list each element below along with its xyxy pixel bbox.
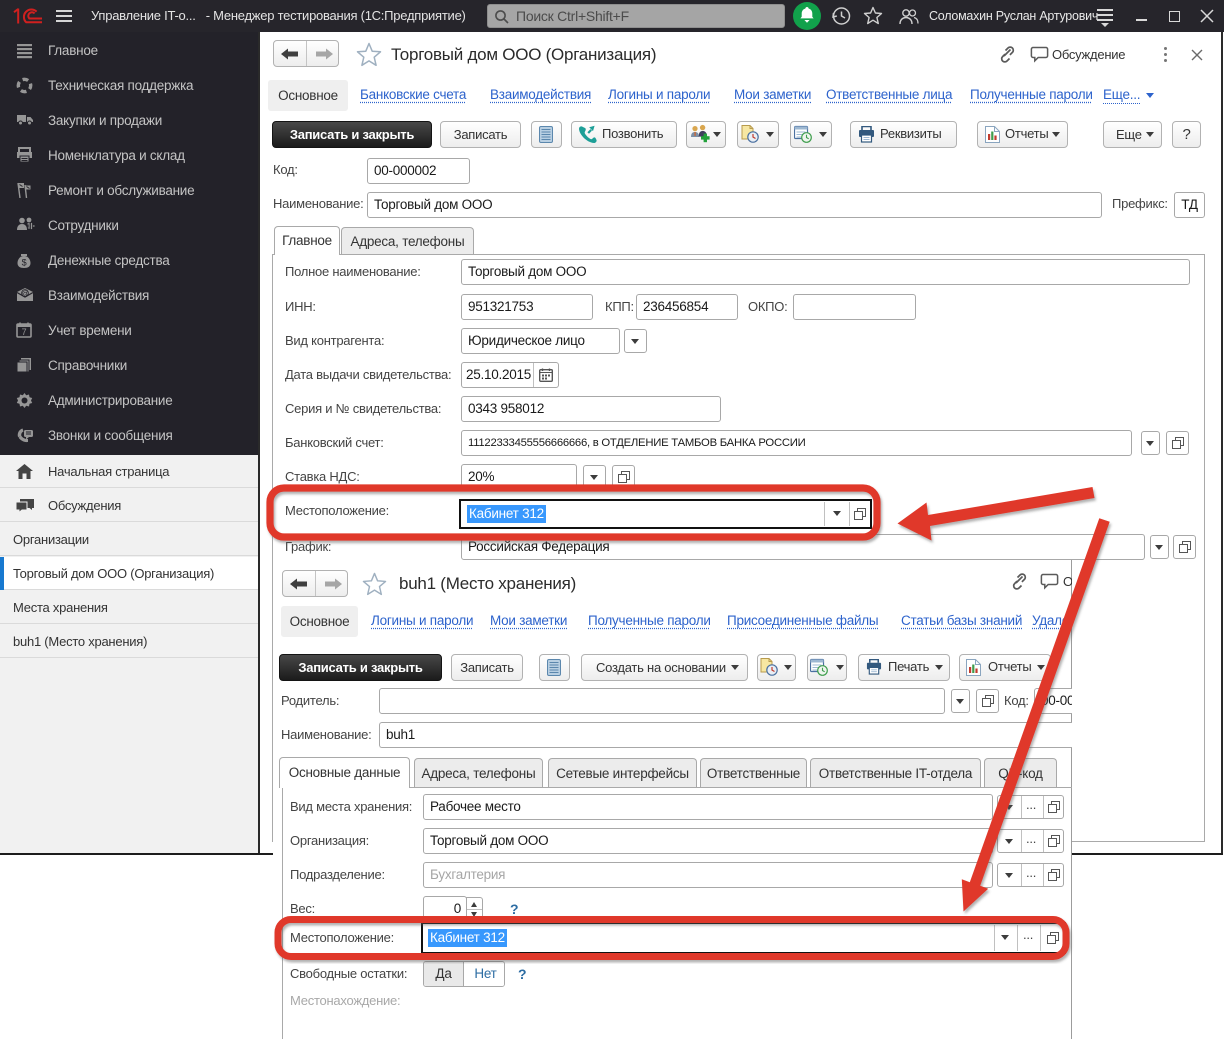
svg-text:$: $ (22, 258, 27, 268)
svg-text:@: @ (21, 289, 28, 298)
svg-text:7: 7 (22, 327, 27, 337)
